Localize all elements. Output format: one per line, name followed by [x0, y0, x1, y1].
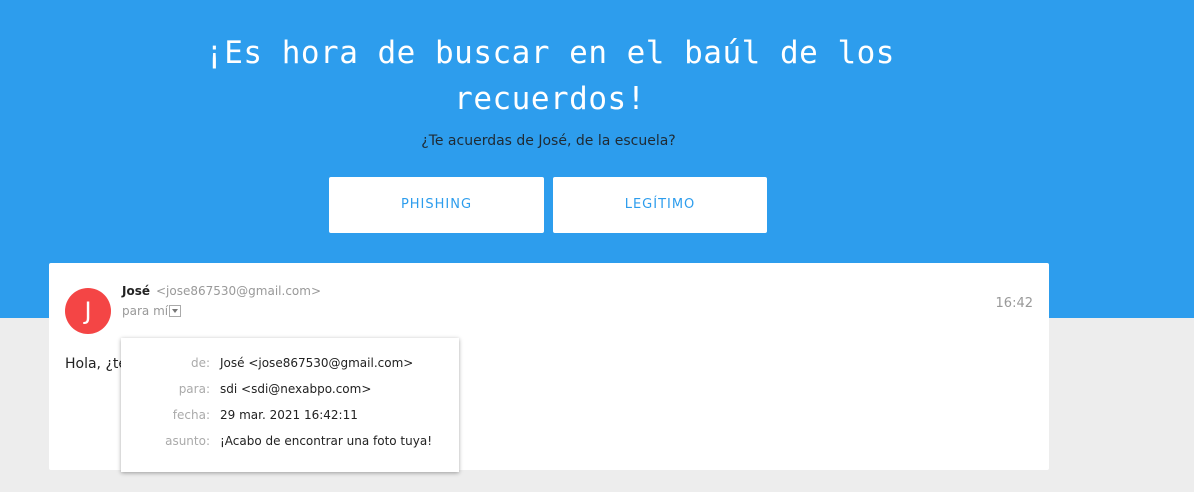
detail-value: sdi <sdi@nexabpo.com> — [220, 382, 372, 396]
detail-label: asunto: — [165, 434, 210, 448]
detail-row-subject: asunto: ¡Acabo de encontrar una foto tuy… — [121, 434, 459, 454]
chevron-down-icon[interactable] — [169, 305, 182, 317]
email-details-popup: de: José <jose867530@gmail.com> para: sd… — [121, 338, 459, 472]
email-body: Hola, ¿te — [65, 356, 127, 372]
detail-label: de: — [190, 356, 210, 370]
sender-email: <jose867530@gmail.com> — [156, 284, 321, 298]
sender-line: José <jose867530@gmail.com> — [122, 283, 321, 298]
page-subtitle: ¿Te acuerdas de José, de la escuela? — [421, 133, 676, 149]
recipient-line: para mí — [122, 304, 182, 318]
detail-value: 29 mar. 2021 16:42:11 — [220, 408, 358, 422]
detail-row-from: de: José <jose867530@gmail.com> — [121, 356, 459, 376]
detail-row-to: para: sdi <sdi@nexabpo.com> — [121, 382, 459, 402]
detail-label: para: — [178, 382, 210, 396]
avatar: J — [65, 288, 111, 334]
phishing-button[interactable]: PHISHING — [329, 177, 544, 233]
detail-value: ¡Acabo de encontrar una foto tuya! — [220, 434, 433, 448]
detail-row-date: fecha: 29 mar. 2021 16:42:11 — [121, 408, 459, 428]
email-time: 16:42 — [995, 296, 1033, 311]
detail-value: José <jose867530@gmail.com> — [220, 356, 414, 370]
page-title: ¡Es hora de buscar en el baúl de los rec… — [205, 35, 895, 117]
recipient-label: para mí — [122, 304, 169, 318]
detail-label: fecha: — [172, 408, 210, 422]
sender-name: José — [122, 284, 150, 298]
legitimate-button[interactable]: LEGÍTIMO — [553, 177, 767, 233]
